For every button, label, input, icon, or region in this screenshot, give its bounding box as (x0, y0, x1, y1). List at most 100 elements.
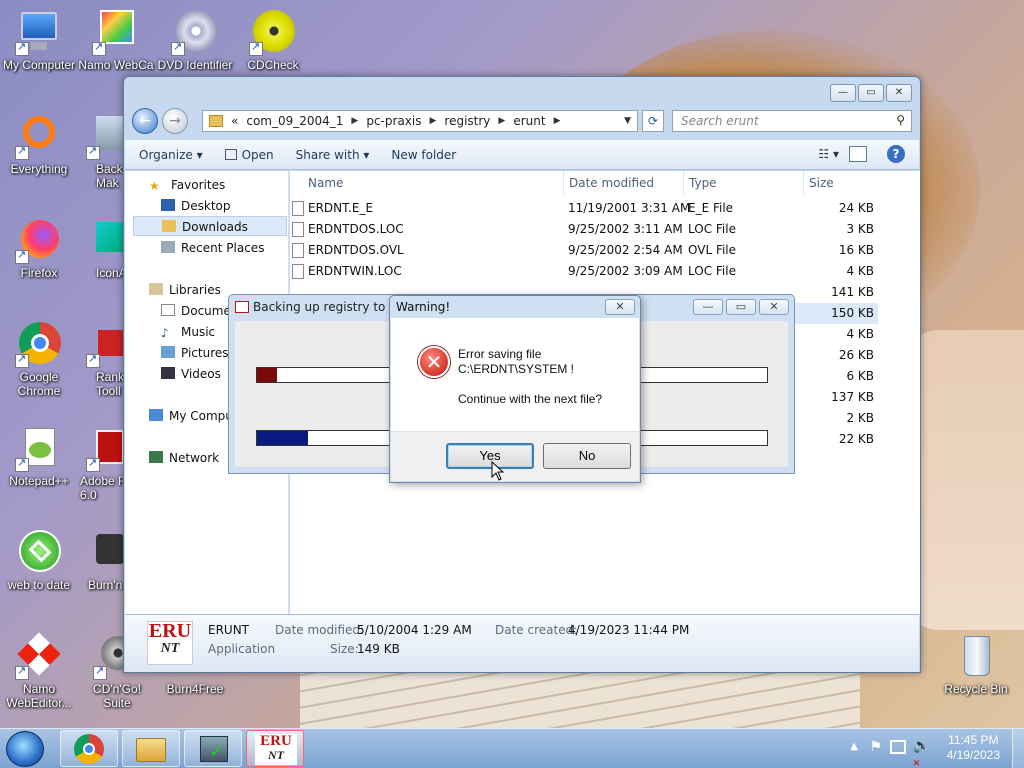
share-with-button[interactable]: Share with ▾ (296, 148, 370, 162)
nav-music[interactable]: ♪ Music (161, 322, 215, 342)
breadcrumb-item[interactable]: registry (444, 114, 490, 128)
start-button[interactable] (6, 731, 44, 767)
volume-muted-icon[interactable]: 🔈✕ (913, 738, 930, 768)
taskbar-chrome-button[interactable] (60, 730, 118, 767)
file-name: ERDNTWIN.LOC (308, 264, 402, 278)
desktop-icon-burn-n[interactable]: Burn'n (78, 528, 126, 592)
details-file-kind: Application (208, 642, 276, 656)
file-size: 22 KB (838, 432, 874, 446)
progress-fill (257, 368, 278, 382)
nav-videos[interactable]: Videos (161, 364, 221, 384)
chevron-right-icon[interactable]: ▶ (351, 116, 358, 126)
breadcrumb-overflow[interactable]: « (231, 114, 238, 128)
nav-libraries[interactable]: Libraries (149, 280, 221, 300)
file-row[interactable]: ERDNTDOS.OVL 9/25/2002 2:54 AM OVL File 16 … (290, 240, 890, 261)
nav-desktop[interactable]: Desktop (161, 196, 231, 216)
taskbar-explorer-button[interactable] (122, 730, 180, 767)
search-input[interactable]: Search erunt ⚲ (672, 110, 912, 132)
desktop-icon-dvd-identifier[interactable]: DVD Identifier (156, 8, 234, 72)
file-row[interactable]: ERDNTDOS.LOC 9/25/2002 3:11 AM LOC File 3 K… (290, 219, 890, 240)
desktop-icon-notepad-plus-plus[interactable]: Notepad++ (0, 424, 78, 488)
file-size: 4 KB (846, 264, 874, 278)
refresh-button[interactable]: ⟳ (642, 110, 664, 132)
nav-network[interactable]: Network (149, 448, 219, 468)
chevron-right-icon[interactable]: ▶ (554, 116, 561, 126)
desktop-icon-recycle-bin[interactable]: Recycle Bin (936, 632, 1016, 696)
desktop-icon-backup-maker[interactable]: Back Mak (86, 112, 126, 190)
desktop-icon-cdcheck[interactable]: CDCheck (234, 8, 312, 72)
new-folder-button[interactable]: New folder (391, 148, 456, 162)
backup-minimize-button[interactable]: — (693, 299, 723, 315)
show-desktop-button[interactable] (1012, 729, 1024, 768)
breadcrumb-item[interactable]: pc-praxis (366, 114, 421, 128)
change-view-button[interactable]: ☷ ▾ (818, 147, 839, 161)
forward-button[interactable]: → (162, 108, 188, 134)
iconarts-icon (86, 216, 126, 264)
no-button[interactable]: No (543, 443, 631, 469)
column-header-date-modified[interactable]: Date modified (563, 171, 684, 195)
chevron-right-icon[interactable]: ▶ (429, 116, 436, 126)
minimize-button[interactable]: — (830, 84, 856, 102)
computer-icon (149, 409, 163, 421)
desktop-icon-firefox[interactable]: Firefox (0, 216, 78, 280)
desktop-icon-namo-webcanvas[interactable]: Namo WebCa (78, 8, 154, 72)
back-button[interactable]: ← (132, 108, 158, 134)
warning-dialog: Warning! ✕ ✕ Error saving file C:\ERDNT\… (389, 295, 641, 483)
breadcrumb-item[interactable]: erunt (513, 114, 545, 128)
chevron-right-icon[interactable]: ▶ (498, 116, 505, 126)
file-row[interactable]: ERDNTWIN.LOC 9/25/2002 3:09 AM LOC File 4 K… (290, 261, 890, 282)
notepad-plus-plus-icon (15, 424, 63, 472)
details-file-name: ERUNT (208, 623, 250, 637)
adobe-reader-icon (78, 424, 126, 472)
desktop-icon (161, 199, 175, 211)
nav-my-computer[interactable]: My Compu (149, 406, 233, 426)
column-header-type[interactable]: Type (683, 171, 804, 195)
details-size-label: Size: (330, 642, 359, 656)
desktop-icon-web-to-date[interactable]: web to date (0, 528, 78, 592)
desktop-icon-rank-toolbox[interactable]: Rank Tooll (86, 320, 126, 398)
desktop-icon-google-chrome[interactable]: Google Chrome (0, 320, 78, 398)
warning-close-button[interactable]: ✕ (605, 299, 635, 315)
recycle-bin-icon (952, 632, 1000, 680)
nav-pictures[interactable]: Pictures (161, 343, 229, 363)
nav-favorites[interactable]: ★ Favorites (149, 175, 225, 195)
desktop-icon-iconarts[interactable]: IconA (86, 216, 126, 280)
rubiks-cube-icon (15, 632, 63, 680)
desktop-icon-adobe-reader[interactable]: Adobe F 6.0 (78, 424, 126, 502)
taskbar-erunt-button[interactable]: ERU NT (246, 730, 304, 767)
dropdown-arrow-icon[interactable]: ▼ (624, 116, 631, 126)
clock-time: 11:45 PM (948, 733, 999, 747)
erunt-small-icon (235, 301, 249, 313)
breadcrumb-item[interactable]: com_09_2004_1 (246, 114, 343, 128)
backup-dialog-title: Backing up registry to C:\ (253, 300, 393, 314)
videos-icon (161, 367, 175, 379)
show-hidden-icons-button[interactable]: ▲ (850, 741, 858, 752)
organize-button[interactable]: Organize ▾ (139, 148, 203, 162)
nav-downloads[interactable]: Downloads (133, 216, 287, 236)
nav-recent-places[interactable]: Recent Places (161, 238, 264, 258)
erunt-logo: ERU NT (255, 734, 297, 765)
action-center-flag-icon[interactable]: ⚑ (869, 739, 882, 755)
backup-maximize-button[interactable]: ▭ (726, 299, 756, 315)
network-icon[interactable] (890, 740, 906, 754)
desktop-icon-namo-webeditor[interactable]: Namo WebEditor... (0, 632, 78, 710)
desktop-icon-my-computer[interactable]: My Computer (0, 8, 78, 72)
file-row[interactable]: ERDNT.E_E 11/19/2001 3:31 AM E_E File 24 KB (290, 198, 890, 219)
desktop-icon-everything[interactable]: Everything (0, 112, 78, 176)
search-icon[interactable]: ⚲ (896, 113, 905, 127)
preview-pane-button[interactable] (849, 146, 867, 162)
backup-close-button[interactable]: ✕ (759, 299, 789, 315)
taskbar-app-button[interactable]: ✓ (184, 730, 242, 767)
help-icon[interactable]: ? (887, 145, 905, 163)
yes-button[interactable]: Yes (446, 443, 534, 469)
clock[interactable]: 11:45 PM 4/19/2023 (947, 733, 1000, 763)
open-icon (224, 148, 237, 160)
maximize-button[interactable]: ▭ (858, 84, 884, 102)
column-header-size[interactable]: Size (803, 171, 883, 195)
breadcrumb[interactable]: « com_09_2004_1 ▶ pc-praxis ▶ registry ▶… (202, 110, 638, 132)
progress-fill (257, 431, 308, 445)
nav-documents[interactable]: Documen (161, 301, 238, 321)
close-button[interactable]: ✕ (886, 84, 912, 102)
open-button[interactable]: Open (224, 148, 274, 162)
column-header-name[interactable]: Name (302, 171, 564, 195)
